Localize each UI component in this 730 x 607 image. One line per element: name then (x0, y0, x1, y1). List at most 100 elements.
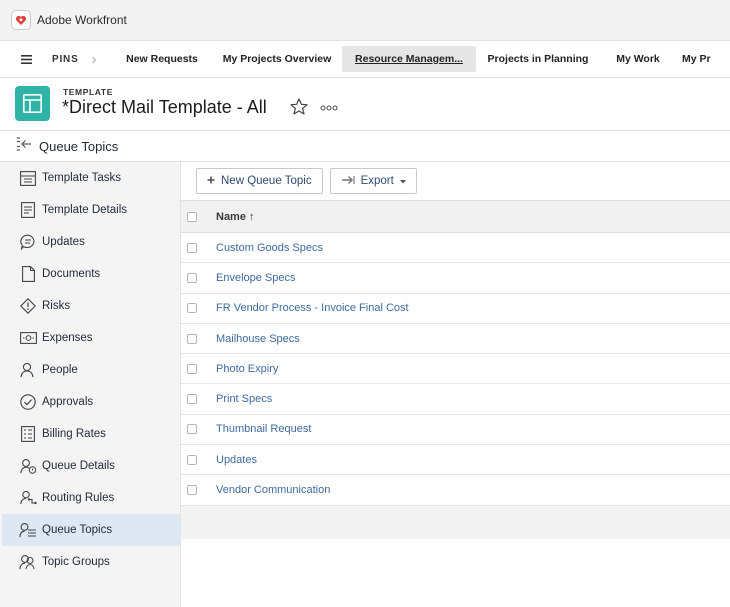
sidebar-item-label: Template Details (42, 204, 128, 216)
grid-header: Name ↑ (181, 200, 730, 233)
main-content: New Queue Topic Export Name ↑ Custom Goo… (181, 162, 730, 607)
table-row: Photo Expiry (181, 354, 730, 385)
grid-footer (181, 505, 730, 539)
routing-rules-icon (19, 489, 37, 507)
table-row: Vendor Communication (181, 475, 730, 506)
sidebar-item-label: Risks (42, 300, 71, 312)
sidebar-item-queue-topics[interactable]: Queue Topics (2, 514, 180, 546)
tab-my-projects-overview[interactable]: My Projects Overview (212, 46, 342, 72)
row-checkbox[interactable] (187, 424, 197, 435)
sidebar-item-label: Approvals (42, 396, 94, 408)
people-icon (19, 361, 37, 379)
sidebar-item-documents[interactable]: Documents (2, 258, 180, 290)
toolbar: New Queue Topic Export (181, 162, 730, 200)
row-checkbox[interactable] (187, 303, 197, 314)
sidebar-item-label: Topic Groups (42, 556, 110, 568)
billing-rates-icon (19, 425, 37, 443)
tab-new-requests[interactable]: New Requests (112, 46, 212, 72)
row-checkbox[interactable] (187, 242, 197, 253)
export-button[interactable]: Export (329, 168, 417, 194)
more-options-icon[interactable] (320, 98, 338, 114)
object-header: TEMPLATE *Direct Mail Template - All (0, 78, 730, 131)
row-checkbox[interactable] (187, 485, 197, 496)
sidebar-item-label: Routing Rules (42, 492, 115, 504)
tab-projects-in-planning[interactable]: Projects in Planning (476, 46, 600, 72)
sidebar-item-label: Queue Details (42, 460, 115, 472)
section-bar: Queue Topics (0, 131, 730, 162)
row-checkbox[interactable] (187, 333, 197, 344)
tab-my-pr[interactable]: My Pr (676, 46, 726, 72)
queue-topic-link[interactable]: Updates (216, 454, 257, 466)
queue-topic-link[interactable]: Mailhouse Specs (216, 333, 300, 345)
tab-my-work[interactable]: My Work (600, 46, 676, 72)
collapse-panel-icon[interactable] (16, 136, 32, 156)
sidebar-item-topic-groups[interactable]: Topic Groups (2, 546, 180, 578)
sidebar: Template Tasks Template Details Updates … (0, 162, 181, 607)
sidebar-item-approvals[interactable]: Approvals (2, 386, 180, 418)
sidebar-item-label: Documents (42, 268, 101, 280)
sidebar-item-risks[interactable]: Risks (2, 290, 180, 322)
sidebar-item-queue-details[interactable]: Queue Details (2, 450, 180, 482)
chevron-right-icon[interactable]: › (80, 51, 108, 68)
queue-topics-icon (19, 521, 37, 539)
new-queue-topic-button[interactable]: New Queue Topic (196, 168, 323, 194)
star-favorite-icon[interactable] (290, 98, 308, 120)
hamburger-menu-icon[interactable] (0, 41, 52, 77)
page-title: *Direct Mail Template - All (62, 97, 267, 117)
workfront-logo-icon (11, 10, 31, 30)
table-row: Updates (181, 445, 730, 476)
sidebar-item-label: Updates (42, 236, 85, 248)
table-row: Print Specs (181, 384, 730, 415)
column-header-name[interactable]: Name ↑ (216, 211, 255, 223)
table-row: Custom Goods Specs (181, 233, 730, 264)
export-arrow-icon (341, 175, 355, 188)
updates-icon (19, 233, 37, 251)
queue-topic-link[interactable]: Thumbnail Request (216, 423, 311, 435)
pinned-nav-bar: PINS › New Requests My Projects Overview… (0, 41, 730, 78)
sidebar-item-label: People (42, 364, 78, 376)
sidebar-item-label: Expenses (42, 332, 93, 344)
table-row: FR Vendor Process - Invoice Final Cost (181, 294, 730, 324)
sidebar-item-routing-rules[interactable]: Routing Rules (2, 482, 180, 514)
sidebar-item-label: Queue Topics (42, 524, 113, 536)
table-row: Mailhouse Specs (181, 324, 730, 355)
caret-down-icon (399, 175, 406, 187)
approvals-icon (19, 393, 37, 411)
sidebar-item-people[interactable]: People (2, 354, 180, 386)
sidebar-item-label: Billing Rates (42, 428, 106, 440)
sidebar-item-updates[interactable]: Updates (2, 226, 180, 258)
queue-topic-link[interactable]: Print Specs (216, 393, 272, 405)
select-all-checkbox[interactable] (187, 211, 197, 222)
sidebar-item-expenses[interactable]: Expenses (2, 322, 180, 354)
sidebar-item-billing-rates[interactable]: Billing Rates (2, 418, 180, 450)
table-row: Thumbnail Request (181, 415, 730, 446)
tab-resource-management[interactable]: Resource Managem... (342, 46, 476, 72)
template-icon (15, 86, 50, 121)
sidebar-item-template-tasks[interactable]: Template Tasks (2, 162, 180, 194)
queue-topic-link[interactable]: FR Vendor Process - Invoice Final Cost (216, 302, 409, 314)
section-title: Queue Topics (39, 138, 119, 154)
row-checkbox[interactable] (187, 394, 197, 405)
row-checkbox[interactable] (187, 272, 197, 283)
sidebar-item-label: Template Tasks (42, 172, 122, 184)
title-bar: Adobe Workfront (0, 0, 730, 41)
row-checkbox[interactable] (187, 454, 197, 465)
export-label: Export (360, 175, 394, 187)
details-icon (19, 201, 37, 219)
new-queue-topic-label: New Queue Topic (221, 175, 312, 187)
plus-icon (207, 175, 215, 187)
queue-details-icon (19, 457, 37, 475)
expenses-icon (19, 329, 37, 347)
queue-topic-link[interactable]: Vendor Communication (216, 484, 330, 496)
object-type-label: TEMPLATE (63, 87, 113, 97)
queue-topic-link[interactable]: Envelope Specs (216, 272, 296, 284)
pins-label: PINS (52, 53, 79, 65)
app-title: Adobe Workfront (37, 13, 127, 27)
queue-topic-link[interactable]: Custom Goods Specs (216, 242, 323, 254)
topic-groups-icon (19, 553, 37, 571)
row-checkbox[interactable] (187, 363, 197, 374)
sidebar-item-template-details[interactable]: Template Details (2, 194, 180, 226)
sort-ascending-icon: ↑ (249, 210, 255, 223)
queue-topic-link[interactable]: Photo Expiry (216, 363, 278, 375)
tasks-icon (19, 169, 37, 187)
